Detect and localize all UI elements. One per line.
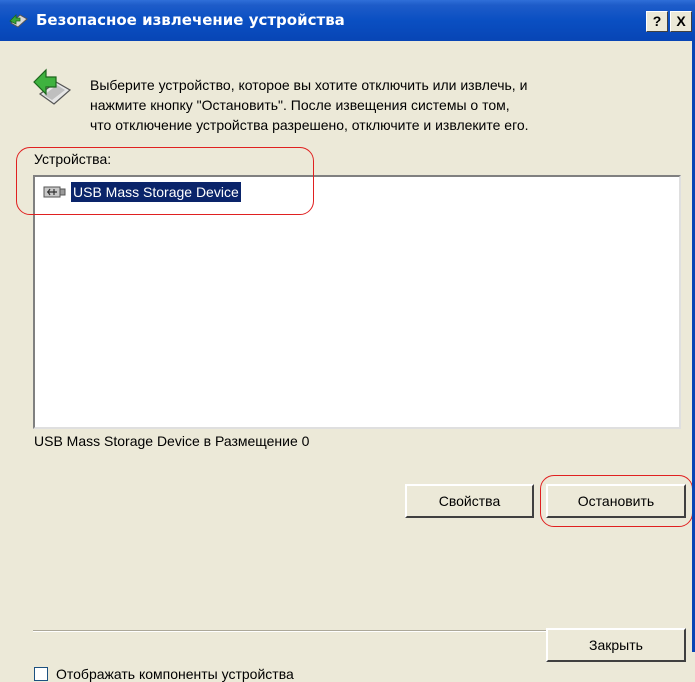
window-title: Безопасное извлечение устройства	[36, 11, 345, 29]
close-window-button[interactable]: X	[670, 11, 692, 32]
instructions-line: что отключение устройства разрешено, отк…	[90, 117, 529, 133]
device-location-text: USB Mass Storage Device в Размещение 0	[34, 433, 310, 449]
dialog-body: Выберите устройство, которое вы хотите о…	[0, 41, 695, 682]
properties-button[interactable]: Свойства	[405, 484, 534, 518]
instructions-line: нажмите кнопку "Остановить". После извещ…	[90, 97, 510, 113]
close-button[interactable]: Закрыть	[546, 628, 686, 662]
show-components-option[interactable]: Отображать компоненты устройства	[34, 666, 294, 682]
show-components-checkbox[interactable]	[34, 667, 48, 681]
safely-remove-hardware-icon	[33, 68, 72, 105]
instructions-text: Выберите устройство, которое вы хотите о…	[90, 75, 690, 135]
instructions-line: Выберите устройство, которое вы хотите о…	[90, 77, 528, 93]
show-components-label: Отображать компоненты устройства	[56, 666, 294, 682]
annotation-circle-stop	[540, 475, 693, 527]
safely-remove-icon	[9, 14, 28, 28]
title-bar[interactable]: Безопасное извлечение устройства ? X	[0, 0, 695, 41]
annotation-circle-devices	[16, 147, 314, 215]
help-button[interactable]: ?	[646, 11, 668, 32]
